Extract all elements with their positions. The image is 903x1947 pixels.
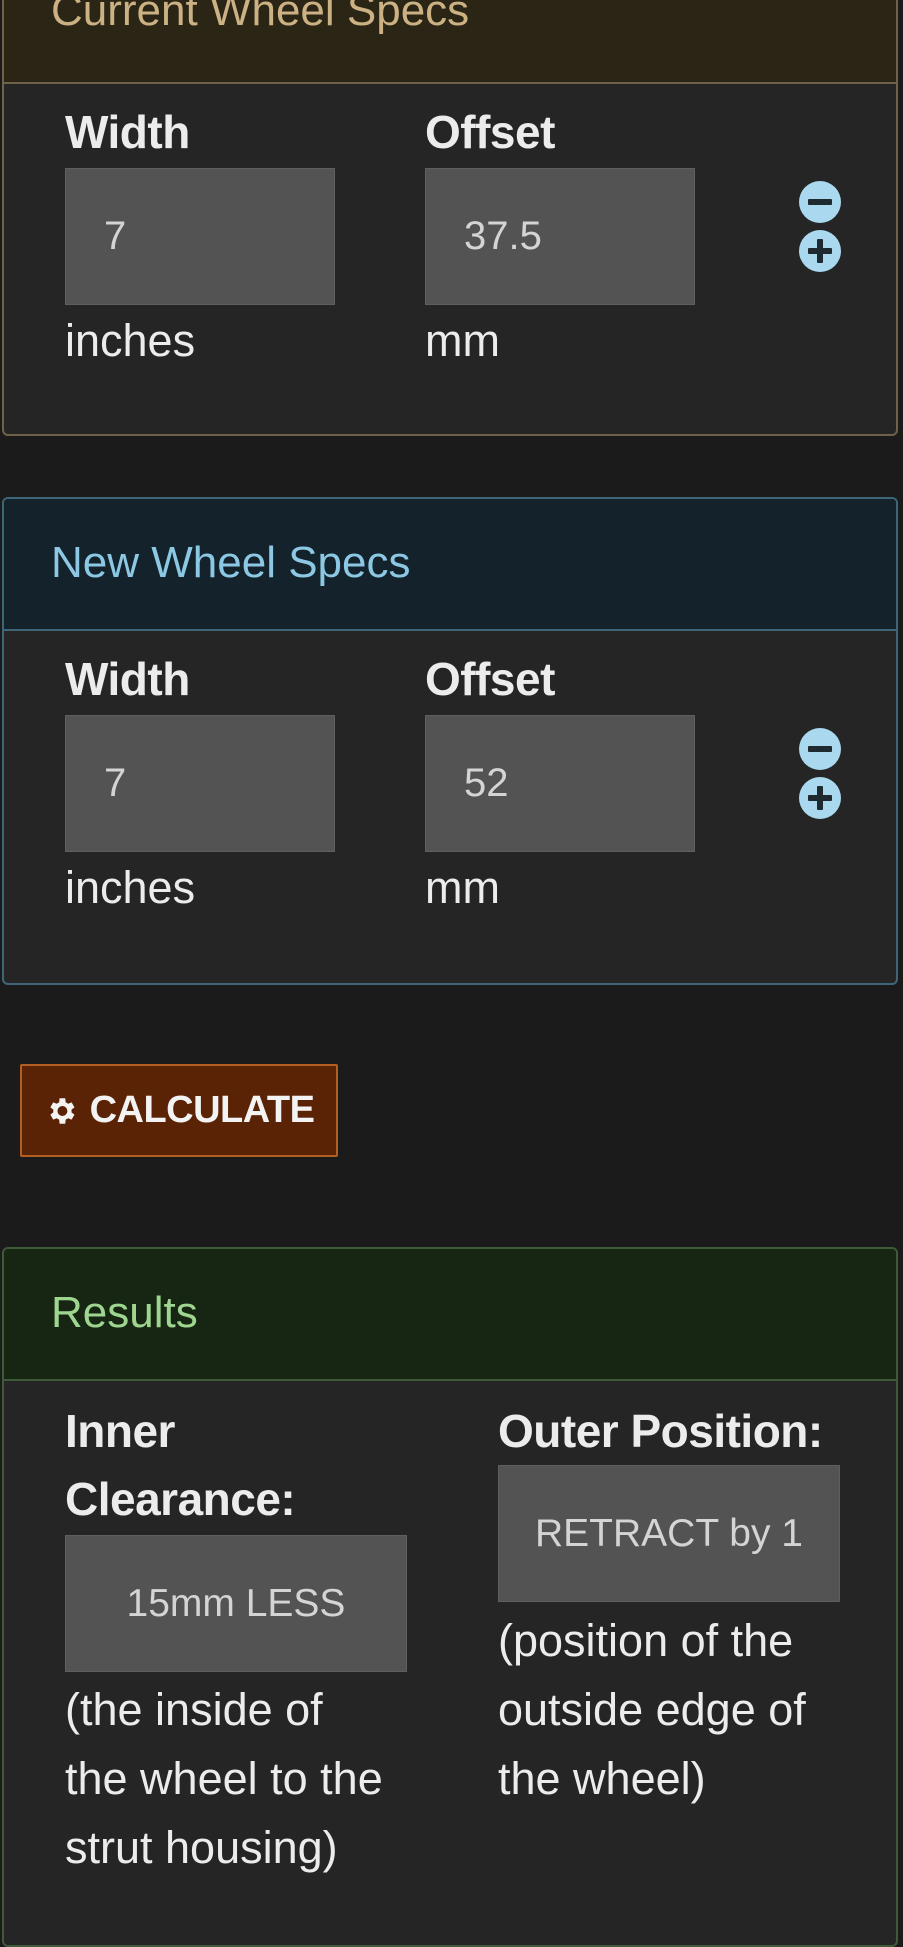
calculate-label: CALCULATE — [89, 1089, 315, 1131]
results-panel: Results Inner Clearance: 15mm LESS (the … — [2, 1247, 898, 1947]
new-width-input[interactable]: 7 — [65, 715, 335, 852]
inner-clearance-note: (the inside of the wheel to the strut ho… — [65, 1684, 383, 1873]
calculate-button[interactable]: CALCULATE — [20, 1064, 338, 1157]
new-wheel-specs-panel: New Wheel Specs Width Offset 7 52 inches… — [2, 497, 898, 985]
results-title: Results — [4, 1249, 896, 1381]
current-offset-decrement-icon[interactable] — [799, 181, 841, 223]
new-width-unit: inches — [65, 862, 196, 913]
current-offset-unit: mm — [425, 315, 500, 366]
current-offset-increment-icon[interactable] — [799, 230, 841, 272]
new-offset-input[interactable]: 52 — [425, 715, 695, 852]
outer-position-value: RETRACT by 1 — [498, 1465, 840, 1602]
new-offset-unit: mm — [425, 862, 500, 913]
current-offset-label: Offset — [425, 106, 555, 158]
new-offset-increment-icon[interactable] — [799, 777, 841, 819]
current-offset-input[interactable]: 37.5 — [425, 168, 695, 305]
current-specs-title: Current Wheel Specs — [4, 0, 896, 84]
new-width-label: Width — [65, 653, 190, 705]
current-width-label: Width — [65, 106, 190, 158]
current-width-unit: inches — [65, 315, 196, 366]
inner-clearance-value: 15mm LESS — [65, 1535, 407, 1672]
current-wheel-specs-panel: Current Wheel Specs Width Offset 7 37.5 … — [2, 0, 898, 436]
new-offset-decrement-icon[interactable] — [799, 728, 841, 770]
gear-icon — [49, 1097, 75, 1124]
outer-position-label: Outer Position: — [498, 1405, 823, 1457]
inner-clearance-label: Inner Clearance: — [65, 1405, 296, 1525]
outer-position-note: (position of the outside edge of the whe… — [498, 1615, 806, 1804]
new-specs-title: New Wheel Specs — [4, 499, 896, 631]
new-offset-label: Offset — [425, 653, 555, 705]
current-width-input[interactable]: 7 — [65, 168, 335, 305]
